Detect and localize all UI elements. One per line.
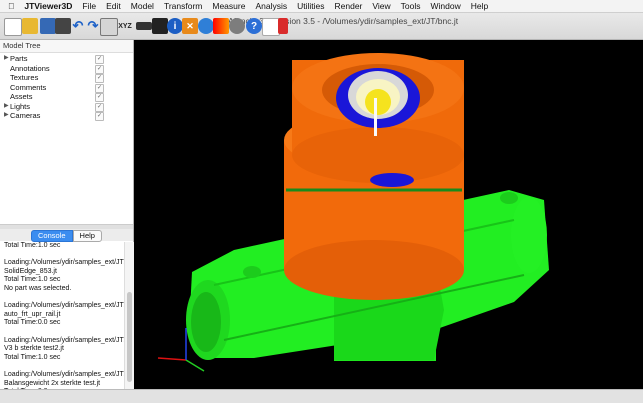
refresh-icon[interactable] [198,18,214,34]
menu-analysis[interactable]: Analysis [250,1,292,11]
tree-item-label: Comments [10,82,47,92]
menu-utilities[interactable]: Utilities [292,1,329,11]
tree-item-annotations[interactable]: Annotations ✓ [0,64,133,74]
film-icon[interactable] [152,18,168,34]
menu-file[interactable]: File [77,1,101,11]
console-tabs: Console Help [0,229,133,242]
console-line: No part was selected. [4,284,72,292]
tree-item-comments[interactable]: Comments ✓ [0,83,133,93]
settings-icon[interactable] [229,18,245,34]
open-folder-icon[interactable] [22,18,38,34]
xyz-axes-icon[interactable]: XYZ [116,18,134,34]
menu-help[interactable]: Help [466,1,493,11]
menu-measure[interactable]: Measure [207,1,250,11]
console-line: SolidEdge_853.jt [4,267,57,275]
new-file-icon[interactable] [4,18,22,36]
menu-tools[interactable]: Tools [396,1,426,11]
menu-render[interactable]: Render [330,1,368,11]
console-line: auto_frt_upr_rail.jt [4,310,61,318]
expand-arrow-icon[interactable]: ▶ [4,54,9,64]
3d-viewport[interactable] [134,40,643,389]
tree-item-textures[interactable]: Textures ✓ [0,73,133,83]
app-menu[interactable]: JTViewer3D [19,1,77,11]
model-tree: ▶ Parts ✓ Annotations ✓ Textures ✓ Comme… [0,53,133,121]
apple-menu[interactable]:  [0,1,19,11]
toolbar: Afanche3D Version 3.5 - /Volumes/ydir/sa… [0,13,643,40]
menu-transform[interactable]: Transform [159,1,207,11]
menu-view[interactable]: View [367,1,395,11]
tree-item-cameras[interactable]: ▶ Cameras ✓ [0,111,133,121]
console-scrollbar[interactable] [124,242,134,390]
menu-model[interactable]: Model [126,1,159,11]
menu-window[interactable]: Window [426,1,466,11]
scrollbar-thumb[interactable] [127,292,132,382]
expand-arrow-icon[interactable]: ▶ [4,102,9,112]
console-line: Loading:/Volumes/ydir/samples_ext/JT/ [4,259,124,267]
tree-item-assets[interactable]: Assets ✓ [0,92,133,102]
console-line: Loading:/Volumes/ydir/samples_ext/JT/ [4,302,124,310]
tree-item-label: Cameras [10,111,41,120]
console-line: Balansgewicht 2x sterkte test.jt [4,379,101,387]
console-line: Total Time:1.0 sec [4,242,61,249]
tree-item-parts[interactable]: ▶ Parts ✓ [0,54,133,64]
tab-help[interactable]: Help [72,230,102,242]
info-icon[interactable]: i [167,18,183,34]
tree-item-label: Parts [10,54,28,63]
print-icon[interactable] [55,18,71,34]
console-line: Total Time:1.0 sec [4,353,61,361]
bnc-connector-model [157,53,549,372]
tree-item-label: Lights [10,101,31,111]
model-tree-header: Model Tree [0,40,133,53]
help-icon[interactable]: ? [246,18,262,34]
color-icon[interactable] [213,18,229,34]
menu-edit[interactable]: Edit [101,1,126,11]
console-line: Total Time:1.0 sec [4,276,61,284]
delete-icon[interactable]: ✕ [182,18,198,34]
console-line: Loading:/Volumes/ydir/samples_ext/JT/Asm [4,336,124,344]
undo-icon[interactable]: ↶ [70,18,86,34]
tree-item-label: Assets [10,92,33,101]
menu-bar:  JTViewer3D File Edit Model Transform M… [0,0,643,13]
redo-icon[interactable]: ↷ [85,18,101,34]
save-icon[interactable] [40,18,56,34]
console-line: Loading:/Volumes/ydir/samples_ext/JT/ [4,370,124,378]
export-icon[interactable] [278,18,288,34]
tree-item-label: Textures [10,73,39,82]
console-line: V3 b sterkte test2.jt [4,345,64,353]
tree-item-label: Annotations [10,63,50,73]
expand-arrow-icon[interactable]: ▶ [4,111,9,121]
layers-icon[interactable] [136,22,152,30]
status-bar [0,389,643,403]
console-output: Total Time:1.0 sec Loading:/Volumes/ydir/… [0,242,124,390]
tree-item-lights[interactable]: ▶ Lights ✓ [0,102,133,112]
console-line: Total Time:0.0 sec [4,319,61,327]
visibility-checkbox[interactable]: ✓ [95,112,104,121]
tab-console[interactable]: Console [31,230,73,242]
